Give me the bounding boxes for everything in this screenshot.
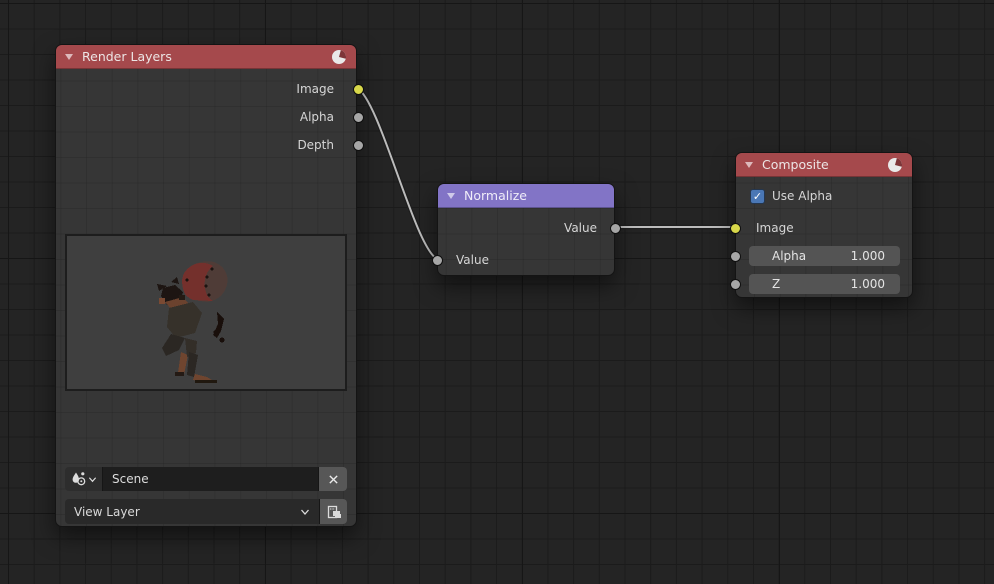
z-value-slider[interactable]: Z 1.000 (749, 274, 900, 294)
scene-name: Scene (112, 472, 149, 486)
collapse-arrow-icon[interactable] (65, 54, 73, 60)
composite-header[interactable]: Composite (736, 153, 912, 177)
output-label-alpha: Alpha (300, 110, 334, 124)
output-row-alpha: Alpha (56, 103, 356, 131)
socket-output-depth[interactable] (353, 140, 364, 151)
link-image-to-normalize (357, 88, 437, 259)
socket-output-image[interactable] (353, 84, 364, 95)
input-label-image: Image (756, 221, 794, 235)
socket-input-alpha[interactable] (730, 251, 741, 262)
scene-unlink-button[interactable] (319, 467, 347, 491)
input-row-image: Image (736, 214, 912, 242)
output-label-value: Value (564, 221, 597, 235)
scene-browse-button[interactable] (65, 467, 103, 491)
node-title: Render Layers (82, 49, 172, 64)
input-label-value: Value (456, 253, 489, 267)
view-layer-selector: View Layer (65, 499, 347, 524)
chevron-down-icon (300, 507, 310, 517)
input-row-value: Value (438, 246, 614, 274)
view-layer-icon (326, 504, 342, 520)
render-result-icon (331, 49, 347, 65)
render-preview-image (65, 234, 347, 391)
use-alpha-row: ✓ Use Alpha (736, 184, 912, 208)
node-title: Composite (762, 157, 829, 172)
z-field-value: 1.000 (851, 277, 885, 291)
view-layer-name: View Layer (74, 505, 140, 519)
output-row-image: Image (56, 75, 356, 103)
socket-input-value[interactable] (432, 255, 443, 266)
scene-name-field[interactable]: Scene (103, 467, 319, 491)
use-alpha-label: Use Alpha (772, 189, 832, 203)
view-layer-dropdown[interactable]: View Layer (65, 499, 320, 524)
output-row-depth: Depth (56, 131, 356, 159)
render-result-icon (887, 157, 903, 173)
socket-output-alpha[interactable] (353, 112, 364, 123)
socket-input-image[interactable] (730, 223, 741, 234)
alpha-value-slider[interactable]: Alpha 1.000 (749, 246, 900, 266)
use-alpha-checkbox[interactable]: ✓ (750, 189, 765, 204)
render-layers-header[interactable]: Render Layers (56, 45, 356, 69)
output-row-value: Value (438, 214, 614, 242)
node-render-layers[interactable]: Render Layers Image Alpha Depth (55, 44, 357, 527)
output-label-image: Image (296, 82, 334, 96)
normalize-header[interactable]: Normalize (438, 184, 614, 208)
chevron-down-icon (88, 475, 97, 484)
output-label-depth: Depth (297, 138, 334, 152)
z-field-label: Z (772, 277, 780, 291)
alpha-field-value: 1.000 (851, 249, 885, 263)
new-view-layer-button[interactable] (320, 499, 347, 524)
socket-input-z[interactable] (730, 279, 741, 290)
socket-output-value[interactable] (610, 223, 621, 234)
alpha-field-label: Alpha (772, 249, 806, 263)
x-icon (328, 474, 339, 485)
node-title: Normalize (464, 188, 527, 203)
scene-icon (71, 471, 87, 487)
checkmark-icon: ✓ (753, 191, 762, 202)
collapse-arrow-icon[interactable] (447, 193, 455, 199)
node-composite[interactable]: Composite ✓ Use Alpha Image Alpha 1.000 … (735, 152, 913, 298)
node-editor-canvas[interactable]: Render Layers Image Alpha Depth (0, 0, 994, 584)
collapse-arrow-icon[interactable] (745, 162, 753, 168)
scene-selector: Scene (65, 467, 347, 491)
node-normalize[interactable]: Normalize Value Value (437, 183, 615, 276)
